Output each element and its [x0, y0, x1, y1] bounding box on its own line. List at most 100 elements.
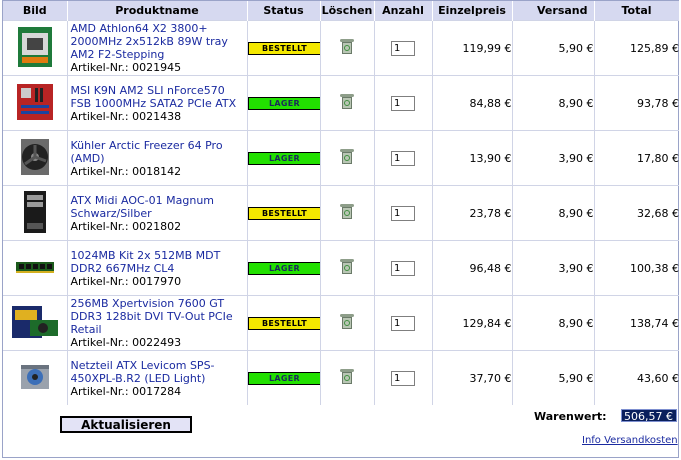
product-cell: Kühler Arctic Freezer 64 Pro (AMD) Artike…	[67, 130, 248, 186]
status-badge: LAGER	[247, 97, 319, 110]
col-header-shipping: Versand	[512, 1, 595, 21]
product-image-cell	[3, 75, 68, 131]
delete-cell	[320, 20, 375, 76]
status-badge: LAGER	[247, 262, 319, 275]
ram-module-icon[interactable]	[14, 257, 56, 280]
quantity-input[interactable]	[391, 95, 415, 111]
status-cell: LAGER	[247, 130, 321, 186]
qty-cell	[374, 20, 433, 76]
quantity-input[interactable]	[391, 370, 415, 386]
product-name-link[interactable]: Netzteil ATX Levicom SPS-450XPL-B.R2 (LE…	[68, 359, 247, 385]
delete-cell	[320, 295, 375, 351]
trash-icon[interactable]	[340, 313, 354, 330]
product-cell: MSI K9N AM2 SLI nForce570 FSB 1000MHz SA…	[67, 75, 248, 131]
shipping-cost: 3,90 €	[512, 240, 595, 296]
product-image-cell	[3, 295, 68, 351]
product-cell: AMD Athlon64 X2 3800+ 2000MHz 2x512kB 89…	[67, 20, 248, 76]
table-row: 256MB Xpertvision 7600 GT DDR3 128bit DV…	[3, 295, 679, 351]
shipping-cost: 8,90 €	[512, 75, 595, 131]
table-row: 1024MB Kit 2x 512MB MDT DDR2 667MHz CL4 A…	[3, 240, 679, 296]
trash-icon[interactable]	[340, 148, 354, 165]
line-total: 138,74 €	[594, 295, 679, 351]
product-name-link[interactable]: Kühler Arctic Freezer 64 Pro (AMD)	[68, 139, 247, 165]
unit-price: 96,48 €	[432, 240, 513, 296]
goods-value-label: Warenwert:	[534, 410, 607, 423]
product-name-link[interactable]: 256MB Xpertvision 7600 GT DDR3 128bit DV…	[68, 297, 247, 336]
delete-cell	[320, 75, 375, 131]
article-number: Artikel-Nr.: 0021802	[70, 219, 182, 233]
product-image-cell	[3, 130, 68, 186]
shipping-cost: 3,90 €	[512, 130, 595, 186]
article-number: Artikel-Nr.: 0021945	[70, 61, 182, 74]
table-row: ATX Midi AOC-01 Magnum Schwarz/Silber Art…	[3, 185, 679, 241]
trash-icon[interactable]	[340, 93, 354, 110]
qty-cell	[374, 185, 433, 241]
qty-cell	[374, 75, 433, 131]
unit-price: 23,78 €	[432, 185, 513, 241]
product-name-link[interactable]: 1024MB Kit 2x 512MB MDT DDR2 667MHz CL4	[68, 249, 247, 275]
table-row: MSI K9N AM2 SLI nForce570 FSB 1000MHz SA…	[3, 75, 679, 131]
qty-cell	[374, 240, 433, 296]
status-cell: BESTELLT	[247, 20, 321, 76]
product-cell: ATX Midi AOC-01 Magnum Schwarz/Silber Art…	[67, 185, 248, 241]
cart-footer: Aktualisieren Warenwert: 506,57 € Info V…	[3, 396, 679, 456]
quantity-input[interactable]	[391, 260, 415, 276]
update-button[interactable]: Aktualisieren	[60, 416, 192, 433]
status-cell: BESTELLT	[247, 295, 321, 351]
cart-table: Bild Produktname Status Löschen Anzahl E…	[3, 1, 680, 405]
shipping-cost: 5,90 €	[512, 20, 595, 76]
status-badge: BESTELLT	[247, 207, 319, 220]
article-number: Artikel-Nr.: 0022493	[70, 336, 182, 349]
unit-price: 129,84 €	[432, 295, 513, 351]
trash-icon[interactable]	[340, 203, 354, 220]
quantity-input[interactable]	[391, 40, 415, 56]
product-name-link[interactable]: MSI K9N AM2 SLI nForce570 FSB 1000MHz SA…	[68, 84, 247, 110]
pc-case-icon[interactable]	[20, 189, 50, 238]
status-badge: BESTELLT	[247, 317, 319, 330]
col-header-name: Produktname	[67, 1, 248, 21]
trash-icon[interactable]	[340, 38, 354, 55]
graphics-card-box-icon[interactable]	[10, 302, 60, 345]
table-row: AMD Athlon64 X2 3800+ 2000MHz 2x512kB 89…	[3, 20, 679, 76]
delete-cell	[320, 185, 375, 241]
goods-value: 506,57 €	[621, 409, 677, 423]
col-header-image: Bild	[3, 1, 68, 21]
power-supply-icon[interactable]	[17, 359, 53, 398]
product-image-cell	[3, 185, 68, 241]
col-header-unit-price: Einzelpreis	[432, 1, 513, 21]
cpu-box-icon[interactable]	[16, 25, 54, 72]
qty-cell	[374, 295, 433, 351]
status-cell: BESTELLT	[247, 185, 321, 241]
status-badge: LAGER	[247, 372, 319, 385]
cpu-cooler-icon[interactable]	[15, 135, 55, 182]
shipping-info-link[interactable]: Info Versandkosten	[582, 435, 678, 446]
col-header-qty: Anzahl	[374, 1, 433, 21]
article-number: Artikel-Nr.: 0018142	[70, 164, 182, 178]
line-total: 93,78 €	[594, 75, 679, 131]
qty-cell	[374, 130, 433, 186]
status-cell: LAGER	[247, 75, 321, 131]
trash-icon[interactable]	[340, 258, 354, 275]
product-name-link[interactable]: AMD Athlon64 X2 3800+ 2000MHz 2x512kB 89…	[68, 22, 247, 61]
quantity-input[interactable]	[391, 205, 415, 221]
quantity-input[interactable]	[391, 150, 415, 166]
quantity-input[interactable]	[391, 315, 415, 331]
product-cell: 256MB Xpertvision 7600 GT DDR3 128bit DV…	[67, 295, 248, 351]
product-name-link[interactable]: ATX Midi AOC-01 Magnum Schwarz/Silber	[68, 194, 247, 220]
table-header-row: Bild Produktname Status Löschen Anzahl E…	[3, 1, 680, 21]
col-header-total: Total	[594, 1, 680, 21]
product-image-cell	[3, 240, 68, 296]
unit-price: 119,99 €	[432, 20, 513, 76]
article-number: Artikel-Nr.: 0017970	[70, 274, 182, 288]
delete-cell	[320, 130, 375, 186]
mainboard-icon[interactable]	[15, 81, 55, 126]
line-total: 125,89 €	[594, 20, 679, 76]
unit-price: 13,90 €	[432, 130, 513, 186]
article-number: Artikel-Nr.: 0021438	[70, 109, 182, 123]
trash-icon[interactable]	[340, 368, 354, 385]
table-row: Kühler Arctic Freezer 64 Pro (AMD) Artike…	[3, 130, 679, 186]
line-total: 100,38 €	[594, 240, 679, 296]
product-image-cell	[3, 20, 68, 76]
shipping-cost: 8,90 €	[512, 185, 595, 241]
col-header-status: Status	[247, 1, 321, 21]
